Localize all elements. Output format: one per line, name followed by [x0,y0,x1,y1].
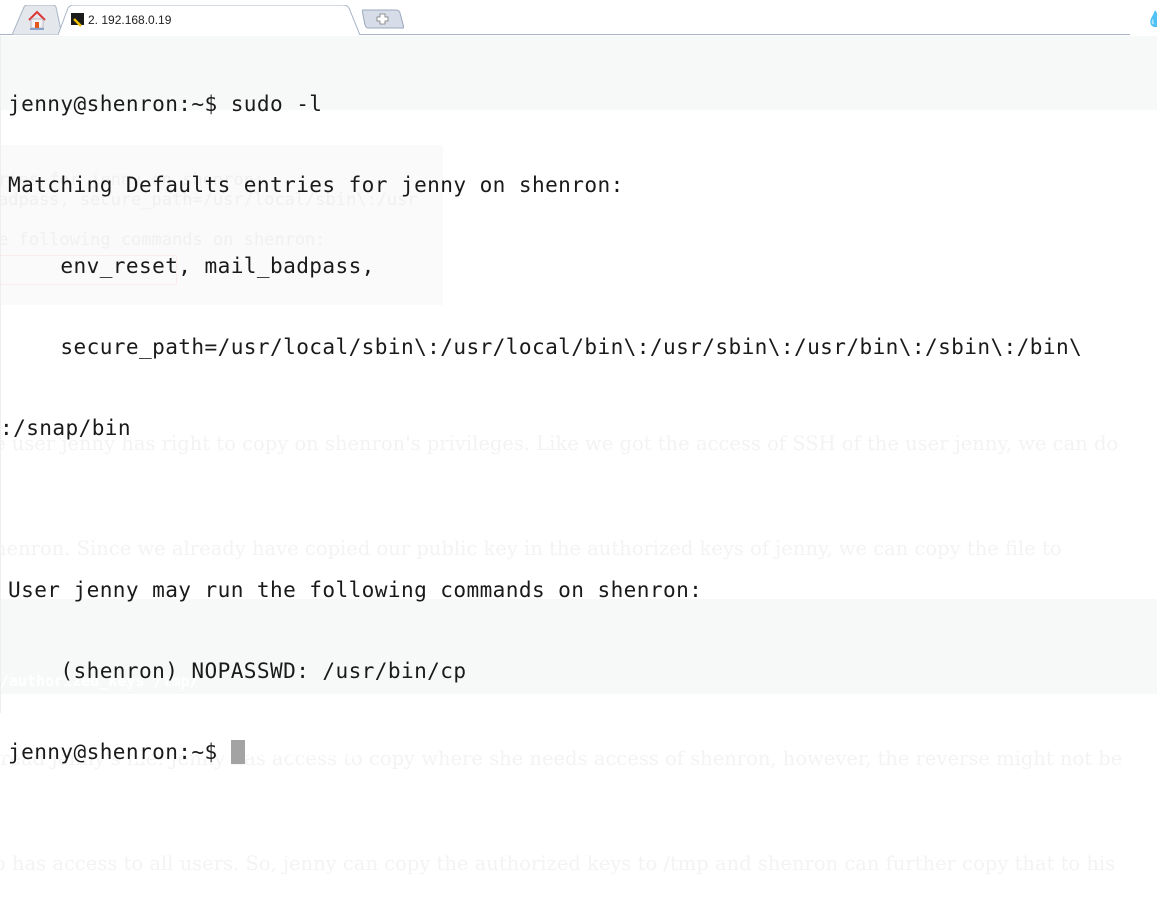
terminal-prompt-line[interactable]: jenny@shenron:~$ [8,738,1082,765]
terminal-line: :/snap/bin [0,415,131,440]
terminal-line: secure_path=/usr/local/sbin\:/usr/local/… [8,334,1083,359]
browser-logo-icon[interactable]: 💧 [1146,10,1157,28]
tab-home[interactable] [12,5,62,35]
terminal-output[interactable]: jenny@shenron:~$ sudo -l Matching Defaul… [0,36,1083,792]
tab-label: 2. 192.168.0.19 [88,13,172,27]
terminal-prompt: jenny@shenron:~$ [8,739,231,764]
terminal-line: jenny@shenron:~$ sudo -l [8,91,323,116]
background-paragraph-line: o has access to all users. So, jenny can… [0,852,1116,875]
left-border [0,36,1,713]
tab-session-192-168-0-19[interactable]: 2. 192.168.0.19 [58,5,360,36]
terminal-line: User jenny may run the following command… [8,577,703,602]
terminal-cursor [230,740,245,764]
terminal-line: Matching Defaults entries for jenny on s… [8,172,624,197]
new-tab-button[interactable] [362,9,404,29]
terminal-line: (shenron) NOPASSWD: /usr/bin/cp [8,658,467,683]
terminal-line: env_reset, mail_badpass, [8,253,375,278]
terminal-key-icon [71,13,84,27]
tab-bar: 2. 192.168.0.19 💧 [0,0,1157,36]
